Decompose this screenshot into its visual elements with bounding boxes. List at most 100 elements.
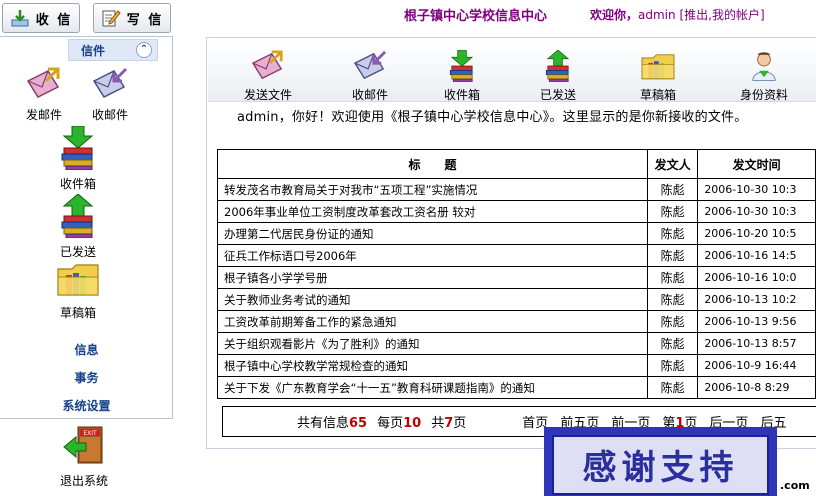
total-info: 共有信息65 — [297, 412, 367, 431]
notice-text: admin，你好！欢迎使用《根子镇中心学校信息中心》。这里显示的是你新接收的文件… — [237, 110, 748, 125]
time-cell: 2006-10-13 8:57 — [697, 332, 816, 355]
per-page-count: 10 — [403, 416, 422, 431]
total-prefix: 共有信息 — [297, 416, 350, 431]
sender-cell: 陈彪 — [646, 222, 699, 245]
drafts-icon — [640, 50, 676, 82]
receive-button[interactable]: 收 信 — [2, 3, 80, 33]
sidebar-section-header[interactable]: 信件 ⌃ — [68, 39, 158, 61]
sidebar: 信件 ⌃ 发邮件 收邮件 收件箱 已发送 草稿箱 信息 事务 系统设置 — [0, 36, 173, 419]
sidebar-item-send-mail[interactable]: 发邮件 — [24, 67, 64, 123]
mail-title-cell[interactable]: 转发茂名市教育局关于对我市“五项工程”实施情况 — [217, 178, 648, 201]
receive-mail-icon — [90, 67, 130, 101]
receive-button-label: 收 信 — [35, 12, 73, 28]
tool-send-file[interactable]: 发送文件 — [244, 50, 292, 103]
send-mail-icon — [24, 67, 64, 101]
page-count-suffix: 页 — [453, 416, 467, 431]
per-page-info: 每页10 — [377, 412, 421, 431]
inbox-icon — [446, 50, 478, 82]
sender-cell: 陈彪 — [646, 376, 699, 399]
column-header-title: 标 题 — [217, 149, 648, 179]
mail-title-cell[interactable]: 关于下发《广东教育学会“十一五”教育科研课题指南》的通知 — [217, 376, 648, 399]
sidebar-item-label: 草稿箱 — [59, 306, 96, 320]
download-icon — [11, 10, 29, 27]
drafts-icon — [56, 259, 100, 299]
sender-cell: 陈彪 — [646, 200, 699, 223]
welcome-text: 欢迎你， — [590, 8, 639, 22]
mail-title-cell[interactable]: 根子镇各小学学号册 — [217, 266, 648, 289]
mail-title-cell[interactable]: 办理第二代居民身份证的通知 — [217, 222, 648, 245]
collapse-icon[interactable]: ⌃ — [136, 42, 152, 58]
mail-title-cell[interactable]: 工资改革前期筹备工作的紧急通知 — [217, 310, 648, 333]
account-links[interactable]: [推出,我的帐户] — [679, 8, 764, 22]
tool-label: 发送文件 — [244, 88, 293, 102]
site-title: 根子镇中心学校信息中心 — [404, 9, 548, 24]
sidebar-link-affairs[interactable]: 事务 — [0, 369, 173, 386]
time-cell: 2006-10-30 10:3 — [697, 178, 816, 201]
sender-cell: 陈彪 — [646, 244, 699, 267]
column-header-time: 发文时间 — [697, 149, 816, 179]
sender-cell: 陈彪 — [646, 332, 699, 355]
sidebar-item-label: 收邮件 — [91, 108, 128, 122]
table-row[interactable]: 转发茂名市教育局关于对我市“五项工程”实施情况 陈彪 2006-10-30 10:3 — [217, 178, 816, 201]
mail-table: 标 题 发文人 发文时间 转发茂名市教育局关于对我市“五项工程”实施情况 陈彪 20… — [217, 149, 816, 399]
tool-inbox[interactable]: 收件箱 — [444, 50, 480, 103]
sidebar-item-inbox[interactable]: 收件箱 — [58, 126, 98, 192]
tool-label: 收件箱 — [444, 88, 481, 102]
tool-label: 已发送 — [540, 88, 577, 102]
inbox-icon — [58, 126, 98, 170]
mail-title-cell[interactable]: 根子镇中心学校教学常规检查的通知 — [217, 354, 648, 377]
time-cell: 2006-10-8 8:29 — [697, 376, 816, 399]
table-body: 转发茂名市教育局关于对我市“五项工程”实施情况 陈彪 2006-10-30 10:3… — [217, 178, 816, 399]
logout-button[interactable]: 退出系统 — [52, 423, 116, 489]
tool-profile[interactable]: 身份资料 — [740, 50, 788, 103]
mail-title-cell[interactable]: 关于组织观看影片《为了胜利》的通知 — [217, 332, 648, 355]
tool-sent[interactable]: 已发送 — [540, 50, 576, 103]
table-row[interactable]: 根子镇各小学学号册 陈彪 2006-10-16 10:0 — [217, 266, 816, 289]
per-page-prefix: 每页 — [377, 416, 404, 431]
table-row[interactable]: 关于组织观看影片《为了胜利》的通知 陈彪 2006-10-13 8:57 — [217, 332, 816, 355]
sidebar-item-drafts[interactable]: 草稿箱 — [56, 259, 100, 321]
sender-cell: 陈彪 — [646, 310, 699, 333]
sidebar-item-label: 已发送 — [59, 245, 96, 259]
tool-label: 身份资料 — [740, 88, 789, 102]
sidebar-link-settings[interactable]: 系统设置 — [0, 397, 173, 414]
table-row[interactable]: 征兵工作标语口号2006年 陈彪 2006-10-16 14:5 — [217, 244, 816, 267]
table-row[interactable]: 2006年事业单位工资制度改革套改工资名册 较对 陈彪 2006-10-30 10:… — [217, 200, 816, 223]
page-count-info: 共7页 — [431, 412, 466, 431]
username: admin — [638, 8, 676, 22]
logout-label: 退出系统 — [59, 474, 108, 488]
tool-label: 收邮件 — [351, 88, 388, 102]
welcome-bar: 欢迎你，admin [推出,我的帐户] — [590, 6, 765, 23]
tool-receive-mail[interactable]: 收邮件 — [350, 50, 390, 103]
table-row[interactable]: 关于下发《广东教育学会“十一五”教育科研课题指南》的通知 陈彪 2006-10-8 … — [217, 376, 816, 399]
time-cell: 2006-10-20 10:5 — [697, 222, 816, 245]
exit-icon — [62, 423, 106, 467]
mail-title-cell[interactable]: 关于教师业务考试的通知 — [217, 288, 648, 311]
page-count-prefix: 共 — [431, 416, 445, 431]
tool-drafts[interactable]: 草稿箱 — [640, 50, 676, 103]
sender-cell: 陈彪 — [646, 266, 699, 289]
table-row[interactable]: 根子镇中心学校教学常规检查的通知 陈彪 2006-10-9 16:44 — [217, 354, 816, 377]
sender-cell: 陈彪 — [646, 288, 699, 311]
watermark-domain: .com — [780, 479, 810, 492]
send-file-icon — [248, 50, 288, 82]
toolbar: 发送文件 收邮件 收件箱 已发送 草稿箱 身份资料 — [208, 44, 816, 102]
write-button-label: 写 信 — [126, 12, 164, 28]
time-cell: 2006-10-13 10:2 — [697, 288, 816, 311]
write-button[interactable]: 写 信 — [93, 3, 171, 33]
tool-label: 草稿箱 — [640, 88, 677, 102]
table-row[interactable]: 办理第二代居民身份证的通知 陈彪 2006-10-20 10:5 — [217, 222, 816, 245]
column-header-sender: 发文人 — [646, 149, 699, 179]
sidebar-item-sent[interactable]: 已发送 — [58, 194, 98, 260]
time-cell: 2006-10-16 10:0 — [697, 266, 816, 289]
mail-title-cell[interactable]: 2006年事业单位工资制度改革套改工资名册 较对 — [217, 200, 648, 223]
profile-icon — [748, 50, 780, 82]
sent-icon — [58, 194, 98, 238]
page-count: 7 — [444, 416, 454, 431]
sidebar-link-info[interactable]: 信息 — [0, 341, 173, 358]
watermark-banner: 感谢支持 — [544, 427, 777, 496]
mail-title-cell[interactable]: 征兵工作标语口号2006年 — [217, 244, 648, 267]
table-row[interactable]: 工资改革前期筹备工作的紧急通知 陈彪 2006-10-13 9:56 — [217, 310, 816, 333]
table-row[interactable]: 关于教师业务考试的通知 陈彪 2006-10-13 10:2 — [217, 288, 816, 311]
sidebar-item-receive-mail[interactable]: 收邮件 — [90, 67, 130, 123]
